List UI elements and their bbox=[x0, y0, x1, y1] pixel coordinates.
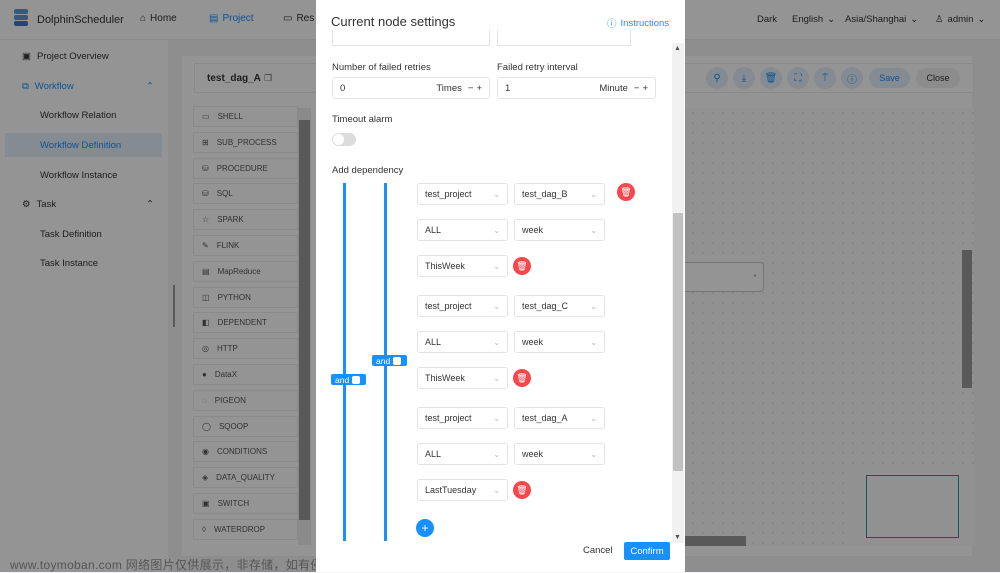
retries-label: Number of failed retries bbox=[332, 62, 431, 73]
task-select[interactable]: ALL ⌄ bbox=[417, 443, 508, 465]
retries-value: 0 bbox=[340, 82, 346, 94]
plus-icon[interactable]: + bbox=[476, 83, 482, 94]
chevron-down-icon: ⌄ bbox=[493, 413, 500, 423]
select-value: week bbox=[522, 337, 544, 347]
chevron-down-icon: ⌄ bbox=[590, 337, 597, 347]
interval-label: Failed retry interval bbox=[497, 62, 578, 73]
project-select[interactable]: test_project ⌄ bbox=[417, 183, 508, 205]
delete-dependency-button[interactable]: 🗑 bbox=[513, 369, 531, 387]
chevron-down-icon: ⌄ bbox=[493, 337, 500, 347]
chevron-down-icon: ⌄ bbox=[493, 373, 500, 383]
workflow-select[interactable]: test_dag_A ⌄ bbox=[514, 407, 605, 429]
chevron-down-icon: ⌄ bbox=[590, 301, 597, 311]
delete-dependency-button[interactable]: 🗑 bbox=[513, 481, 531, 499]
select-value: test_project bbox=[425, 413, 472, 423]
delete-dependency-button[interactable]: 🗑 bbox=[513, 257, 531, 275]
task-select[interactable]: ALL ⌄ bbox=[417, 219, 508, 241]
select-value: ALL bbox=[425, 337, 442, 347]
select-value: week bbox=[522, 225, 544, 235]
inner-relation-toggle[interactable]: and bbox=[372, 355, 407, 366]
chevron-down-icon: ⌄ bbox=[493, 301, 500, 311]
trash-icon: 🗑 bbox=[516, 372, 528, 383]
chevron-down-icon: ⌄ bbox=[590, 413, 597, 423]
modal-scrollbar[interactable]: ▲ ▼ bbox=[672, 43, 684, 543]
minus-icon[interactable]: − bbox=[634, 83, 640, 94]
trash-icon: 🗑 bbox=[516, 260, 528, 271]
trash-icon: 🗑 bbox=[516, 484, 528, 495]
chevron-down-icon: ⌄ bbox=[493, 485, 500, 495]
date-select[interactable]: ThisWeek ⌄ bbox=[417, 255, 508, 277]
node-settings-drawer: Current node settings ⓘ Instructions ▲ ▼ N… bbox=[316, 0, 685, 572]
date-select[interactable]: ThisWeek ⌄ bbox=[417, 367, 508, 389]
select-value: test_dag_B bbox=[522, 189, 568, 199]
task-select[interactable]: ALL ⌄ bbox=[417, 331, 508, 353]
chevron-down-icon: ⌄ bbox=[590, 225, 597, 235]
select-value: test_dag_C bbox=[522, 301, 569, 311]
select-value: ThisWeek bbox=[425, 261, 465, 271]
partial-field[interactable] bbox=[497, 30, 631, 46]
chevron-down-icon: ⌄ bbox=[590, 189, 597, 199]
interval-unit: Minute bbox=[599, 82, 628, 94]
partial-field[interactable] bbox=[332, 30, 490, 46]
timeout-label: Timeout alarm bbox=[332, 114, 393, 125]
delete-dependency-group-button[interactable]: 🗑 bbox=[617, 183, 635, 201]
chevron-down-icon: ⌄ bbox=[493, 449, 500, 459]
select-value: test_dag_A bbox=[522, 413, 568, 423]
workflow-select[interactable]: test_dag_B ⌄ bbox=[514, 183, 605, 205]
minus-icon[interactable]: − bbox=[468, 83, 474, 94]
chevron-down-icon: ⌄ bbox=[590, 449, 597, 459]
project-select[interactable]: test_project ⌄ bbox=[417, 407, 508, 429]
retries-unit: Times bbox=[436, 82, 462, 94]
dependency-label: Add dependency bbox=[332, 165, 404, 176]
cycle-select[interactable]: week ⌄ bbox=[514, 443, 605, 465]
select-value: ALL bbox=[425, 225, 442, 235]
plus-icon[interactable]: + bbox=[642, 83, 648, 94]
chevron-down-icon: ⌄ bbox=[493, 261, 500, 271]
chevron-down-icon: ⌄ bbox=[493, 189, 500, 199]
retries-input[interactable]: 0 Times − + bbox=[332, 77, 490, 99]
timeout-toggle[interactable] bbox=[332, 133, 356, 146]
chevron-down-icon: ⌄ bbox=[493, 225, 500, 235]
interval-input[interactable]: 1 Minute − + bbox=[497, 77, 656, 99]
select-value: test_project bbox=[425, 301, 472, 311]
interval-value: 1 bbox=[505, 82, 511, 94]
select-value: ALL bbox=[425, 449, 442, 459]
cycle-select[interactable]: week ⌄ bbox=[514, 219, 605, 241]
select-value: week bbox=[522, 449, 544, 459]
select-value: ThisWeek bbox=[425, 373, 465, 383]
question-circle-icon: ⓘ bbox=[607, 19, 617, 30]
instructions-link[interactable]: ⓘ Instructions bbox=[607, 16, 670, 31]
instructions-label: Instructions bbox=[620, 17, 670, 29]
select-value: test_project bbox=[425, 189, 472, 199]
add-dependency-button[interactable]: + bbox=[416, 519, 434, 537]
modal-title: Current node settings bbox=[331, 14, 456, 29]
date-select[interactable]: LastTuesday ⌄ bbox=[417, 479, 508, 501]
cancel-button[interactable]: Cancel bbox=[583, 545, 613, 556]
outer-relation-toggle[interactable]: and bbox=[331, 374, 366, 385]
relation-label: and bbox=[376, 355, 391, 366]
plus-icon: + bbox=[421, 521, 429, 535]
relation-label: and bbox=[335, 374, 350, 385]
outer-relation-line bbox=[343, 183, 346, 541]
cycle-select[interactable]: week ⌄ bbox=[514, 331, 605, 353]
confirm-button[interactable]: Confirm bbox=[624, 542, 670, 560]
trash-icon: 🗑 bbox=[620, 186, 632, 197]
project-select[interactable]: test_project ⌄ bbox=[417, 295, 508, 317]
select-value: LastTuesday bbox=[425, 485, 477, 495]
workflow-select[interactable]: test_dag_C ⌄ bbox=[514, 295, 605, 317]
